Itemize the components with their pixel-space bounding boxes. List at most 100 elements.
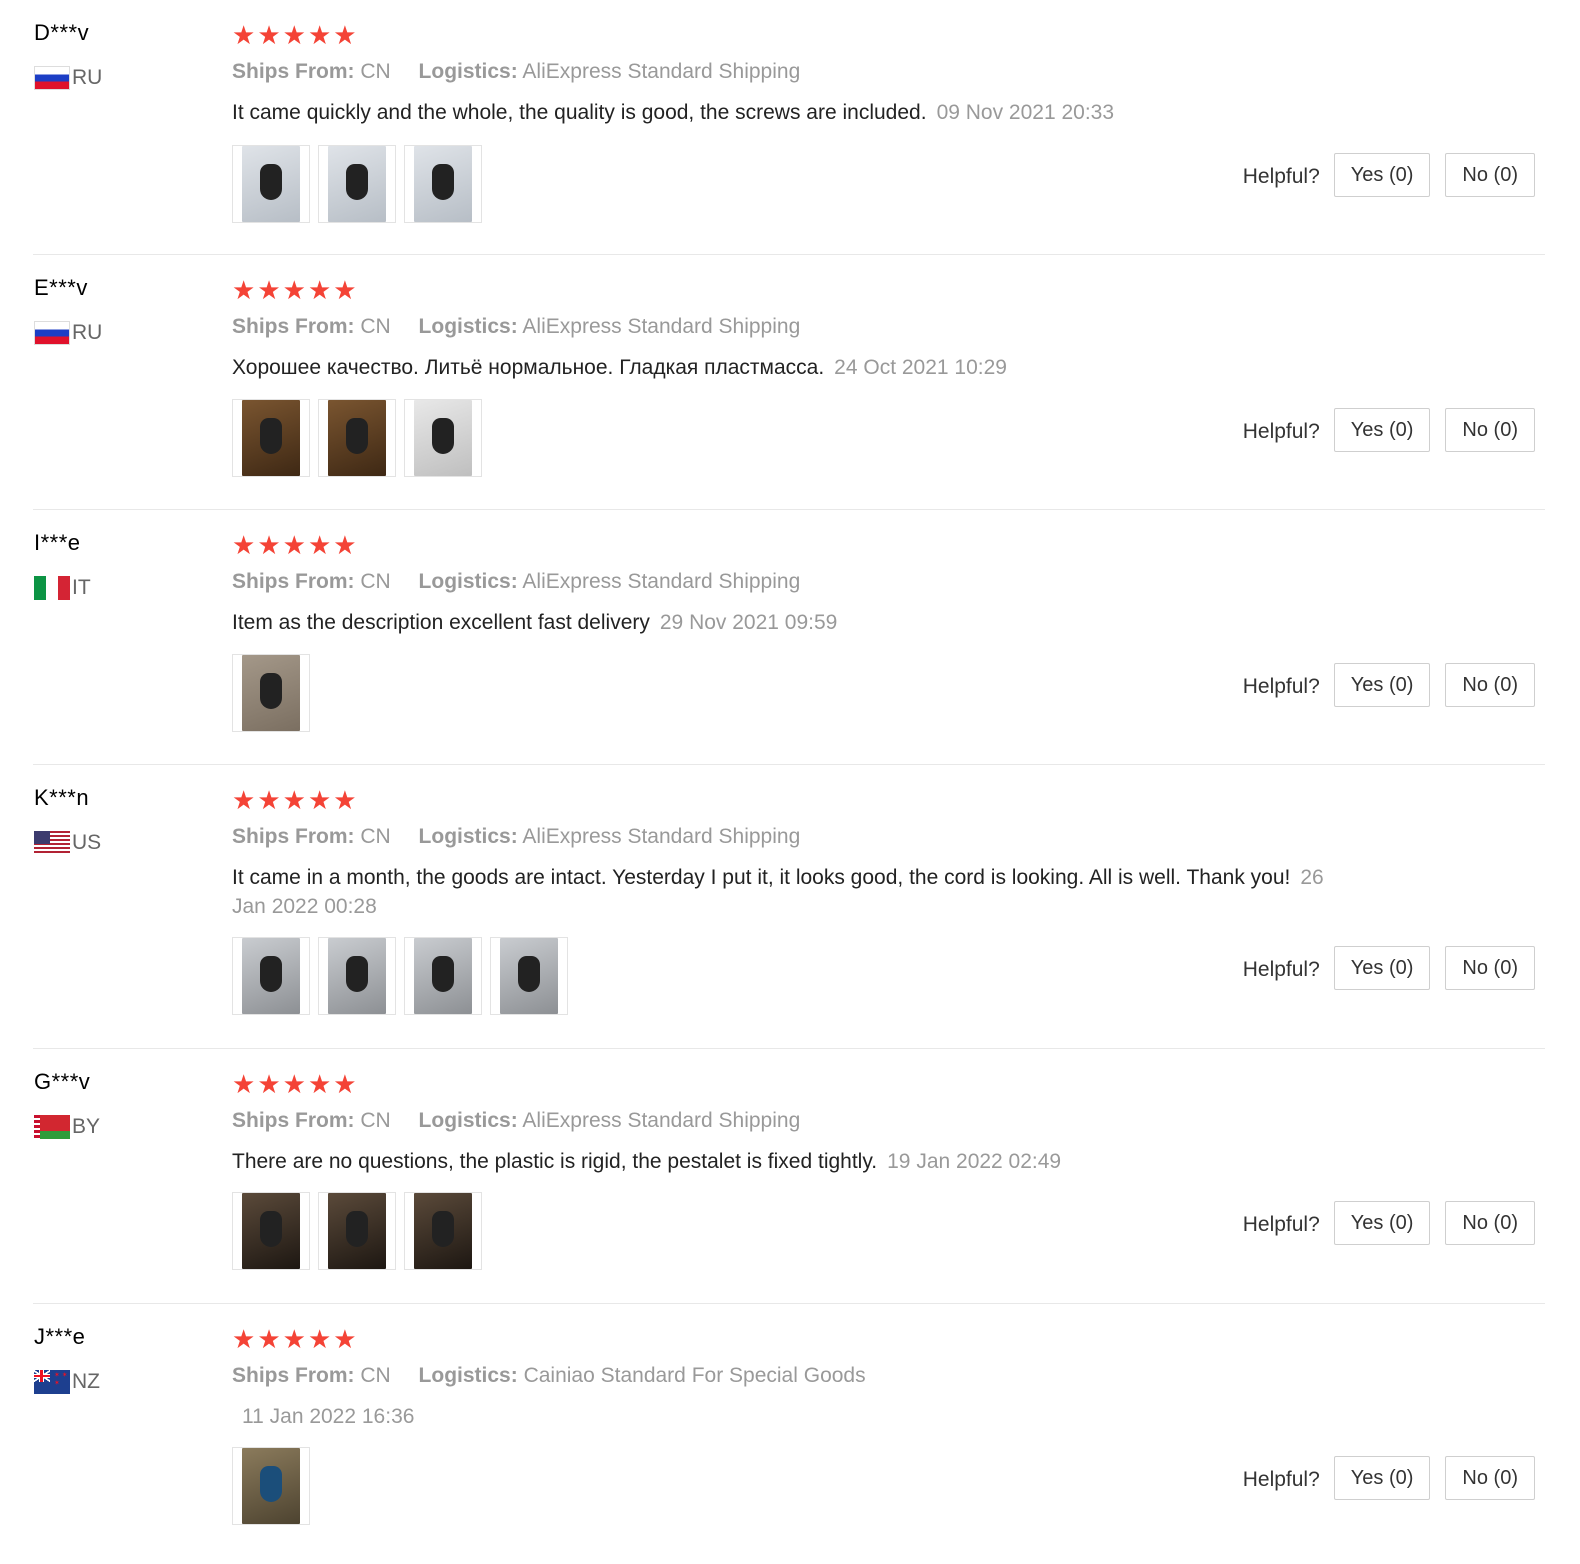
logistics-label: Logistics: — [418, 1364, 518, 1387]
review-photo[interactable] — [404, 1192, 482, 1270]
review-photo[interactable] — [404, 399, 482, 477]
logistics-value: AliExpress Standard Shipping — [522, 570, 801, 593]
review-item: I***e IT ★ ★ ★ ★ ★ Ships From: CN Logist… — [33, 510, 1545, 765]
yes-vote-button[interactable]: Yes (0) — [1333, 1201, 1431, 1245]
review-photo[interactable] — [318, 1192, 396, 1270]
star-icon: ★ — [333, 275, 357, 305]
ships-from-value: CN — [360, 825, 391, 848]
ships-from-label: Ships From: — [232, 570, 355, 593]
review-photo[interactable] — [318, 937, 396, 1015]
review-item: J***e NZ ★ ★ ★ ★ ★ Ships From: CN Logist… — [33, 1304, 1545, 1559]
no-vote-button[interactable]: No (0) — [1445, 153, 1535, 197]
no-vote-button[interactable]: No (0) — [1445, 663, 1535, 707]
review-date: 11 Jan 2022 16:36 — [242, 1405, 415, 1428]
review-text: It came in a month, the goods are intact… — [232, 866, 1291, 889]
review-body: Хорошее качество. Литьё нормальное. Глад… — [232, 353, 1362, 382]
star-icon: ★ — [232, 20, 256, 50]
shipping-info: Ships From: CN Logistics: AliExpress Sta… — [232, 315, 800, 339]
review-photo[interactable] — [318, 145, 396, 223]
user-name: K***n — [34, 785, 90, 810]
star-rating: ★ ★ ★ ★ ★ — [232, 532, 357, 558]
country-code: BY — [72, 1115, 101, 1138]
star-icon: ★ — [333, 1069, 357, 1099]
review-item: K***n US ★ ★ ★ ★ ★ Ships From: CN Logist… — [33, 765, 1545, 1049]
review-date: 29 Nov 2021 09:59 — [659, 611, 838, 634]
helpful-label: Helpful? — [1242, 675, 1320, 698]
ships-from-value: CN — [360, 1364, 391, 1387]
user-name: J***e — [34, 1324, 86, 1349]
logistics-label: Logistics: — [418, 60, 518, 83]
review-photo[interactable] — [404, 145, 482, 223]
logistics-value: AliExpress Standard Shipping — [522, 315, 801, 338]
country-code: US — [72, 831, 102, 854]
star-icon: ★ — [282, 275, 306, 305]
star-icon: ★ — [333, 1324, 357, 1354]
helpful-vote: Helpful? Yes (0) No (0) — [1243, 1201, 1535, 1245]
country-code: RU — [72, 66, 103, 89]
star-icon: ★ — [257, 530, 281, 560]
logistics-value: AliExpress Standard Shipping — [522, 825, 801, 848]
review-date: 09 Nov 2021 20:33 — [936, 101, 1115, 124]
yes-vote-button[interactable]: Yes (0) — [1333, 1456, 1431, 1500]
user-name: D***v — [34, 20, 90, 45]
helpful-vote: Helpful? Yes (0) No (0) — [1243, 1456, 1535, 1500]
star-rating: ★ ★ ★ ★ ★ — [232, 22, 357, 48]
logistics-label: Logistics: — [418, 570, 518, 593]
review-photos — [232, 654, 310, 732]
helpful-vote: Helpful? Yes (0) No (0) — [1243, 946, 1535, 990]
star-icon: ★ — [282, 20, 306, 50]
user-country: NZ — [34, 1368, 100, 1396]
review-photos — [232, 1447, 310, 1525]
yes-vote-button[interactable]: Yes (0) — [1333, 663, 1431, 707]
review-photo[interactable] — [318, 399, 396, 477]
yes-vote-button[interactable]: Yes (0) — [1333, 153, 1431, 197]
review-photo[interactable] — [232, 937, 310, 1015]
star-icon: ★ — [333, 785, 357, 815]
shipping-info: Ships From: CN Logistics: AliExpress Sta… — [232, 1109, 800, 1133]
helpful-label: Helpful? — [1242, 1468, 1320, 1491]
review-body: It came quickly and the whole, the quali… — [232, 98, 1362, 127]
user-name: G***v — [34, 1069, 91, 1094]
star-icon: ★ — [307, 1069, 332, 1099]
star-icon: ★ — [257, 1324, 281, 1354]
review-date: 19 Jan 2022 02:49 — [887, 1150, 1062, 1173]
yes-vote-button[interactable]: Yes (0) — [1333, 946, 1431, 990]
ships-from-label: Ships From: — [232, 1364, 355, 1387]
star-icon: ★ — [282, 1069, 306, 1099]
logistics-label: Logistics: — [418, 1109, 518, 1132]
review-item: G***v BY ★ ★ ★ ★ ★ Ships From: CN Logist… — [33, 1049, 1545, 1304]
review-photo[interactable] — [232, 654, 310, 732]
logistics-value: AliExpress Standard Shipping — [522, 1109, 801, 1132]
logistics-label: Logistics: — [418, 315, 518, 338]
no-vote-button[interactable]: No (0) — [1445, 946, 1535, 990]
ships-from-label: Ships From: — [232, 60, 355, 83]
belarus-flag-icon — [34, 1115, 70, 1139]
no-vote-button[interactable]: No (0) — [1445, 1201, 1535, 1245]
review-photo[interactable] — [490, 937, 568, 1015]
review-photo[interactable] — [232, 399, 310, 477]
review-photo[interactable] — [232, 145, 310, 223]
star-icon: ★ — [257, 785, 281, 815]
ships-from-value: CN — [360, 1109, 391, 1132]
star-icon: ★ — [282, 530, 306, 560]
ships-from-label: Ships From: — [232, 1109, 355, 1132]
ships-from-label: Ships From: — [232, 825, 355, 848]
no-vote-button[interactable]: No (0) — [1445, 1456, 1535, 1500]
country-code: IT — [72, 576, 91, 599]
yes-vote-button[interactable]: Yes (0) — [1333, 408, 1431, 452]
shipping-info: Ships From: CN Logistics: AliExpress Sta… — [232, 570, 800, 594]
review-photo[interactable] — [232, 1447, 310, 1525]
review-photo[interactable] — [232, 1192, 310, 1270]
review-photo[interactable] — [404, 937, 482, 1015]
new-zealand-flag-icon — [34, 1370, 70, 1394]
user-name: I***e — [34, 530, 81, 555]
ships-from-value: CN — [360, 570, 391, 593]
logistics-label: Logistics: — [418, 825, 518, 848]
review-photos — [232, 937, 568, 1015]
no-vote-button[interactable]: No (0) — [1445, 408, 1535, 452]
review-item: E***v RU ★ ★ ★ ★ ★ Ships From: CN Logist… — [33, 255, 1545, 510]
star-icon: ★ — [232, 1069, 256, 1099]
user-country: BY — [34, 1113, 100, 1141]
review-body: It came in a month, the goods are intact… — [232, 863, 1362, 921]
helpful-vote: Helpful? Yes (0) No (0) — [1243, 408, 1535, 452]
